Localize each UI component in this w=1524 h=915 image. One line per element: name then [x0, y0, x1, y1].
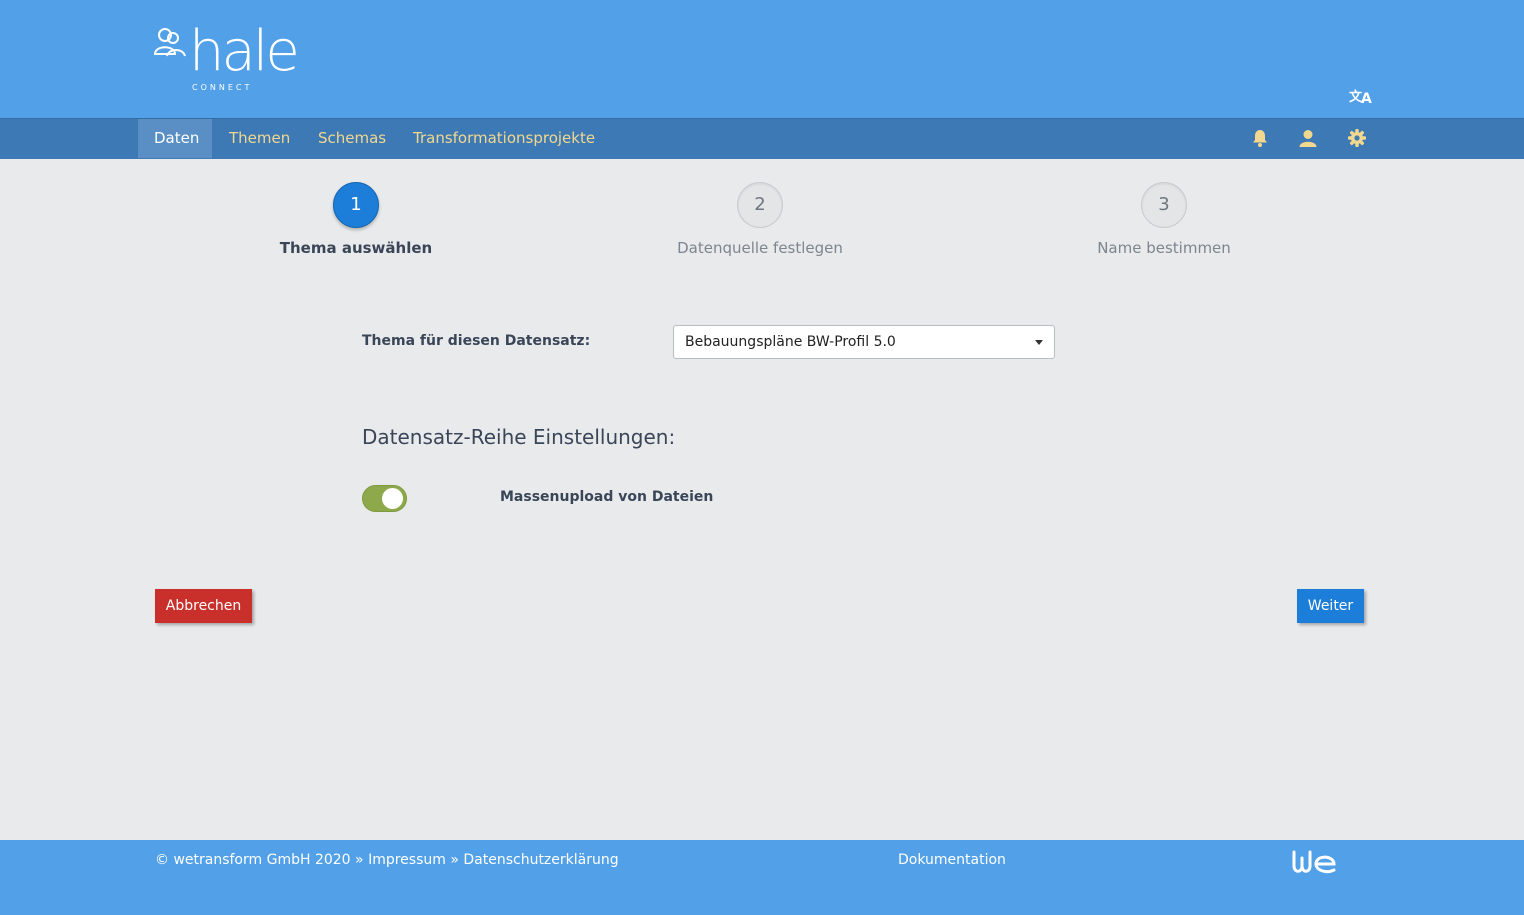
header: hale CONNECT 文 A [0, 0, 1524, 118]
bell-icon[interactable] [1250, 128, 1270, 148]
hale-connect-logo[interactable]: hale CONNECT [153, 20, 303, 96]
footer-links: © wetransform GmbH 2020 » Impressum » Da… [155, 852, 619, 868]
cancel-button[interactable]: Abbrechen [155, 589, 252, 623]
nav-item-transformationsprojekte[interactable]: Transformationsprojekte [397, 119, 611, 158]
step-1-label: Thema auswählen [279, 239, 433, 257]
logo-wordmark: hale [189, 19, 300, 84]
impressum-link[interactable]: Impressum [368, 852, 446, 868]
theme-select-value: Bebauungspläne BW-Profil 5.0 [685, 334, 896, 350]
bulk-upload-toggle[interactable] [362, 485, 407, 512]
wetransform-logo[interactable] [1292, 848, 1338, 876]
step-2-label: Datenquelle festlegen [677, 239, 843, 257]
series-settings-heading: Datensatz-Reihe Einstellungen: [362, 425, 676, 449]
footer: © wetransform GmbH 2020 » Impressum » Da… [0, 840, 1524, 915]
svg-text:A: A [1361, 91, 1372, 107]
documentation-link[interactable]: Dokumentation [898, 852, 1006, 868]
people-icon [153, 28, 186, 57]
step-1-indicator[interactable]: 1 [333, 182, 379, 228]
user-icon[interactable] [1298, 128, 1318, 148]
nav-item-daten[interactable]: Daten [138, 119, 212, 158]
theme-select-label: Thema für diesen Datensatz: [362, 333, 591, 349]
footer-separator: » [355, 852, 364, 868]
bulk-upload-label: Massenupload von Dateien [500, 489, 714, 505]
gear-icon[interactable] [1347, 128, 1367, 148]
theme-select[interactable]: Bebauungspläne BW-Profil 5.0 [673, 325, 1055, 359]
nav-item-themen[interactable]: Themen [213, 119, 306, 158]
caret-down-icon [1035, 340, 1043, 345]
main-navbar: Daten Themen Schemas Transformationsproj… [0, 118, 1524, 159]
footer-separator: » [450, 852, 459, 868]
step-3-label: Name bestimmen [1097, 239, 1231, 257]
copyright-text: © wetransform GmbH 2020 [155, 852, 351, 868]
step-2-indicator[interactable]: 2 [737, 182, 783, 228]
toggle-knob [382, 488, 403, 509]
privacy-link[interactable]: Datenschutzerklärung [463, 852, 618, 868]
logo-subtitle: CONNECT [192, 83, 253, 92]
translate-icon[interactable]: 文 A [1349, 86, 1373, 108]
nav-item-schemas[interactable]: Schemas [302, 119, 402, 158]
next-button[interactable]: Weiter [1297, 589, 1364, 623]
step-3-indicator[interactable]: 3 [1141, 182, 1187, 228]
